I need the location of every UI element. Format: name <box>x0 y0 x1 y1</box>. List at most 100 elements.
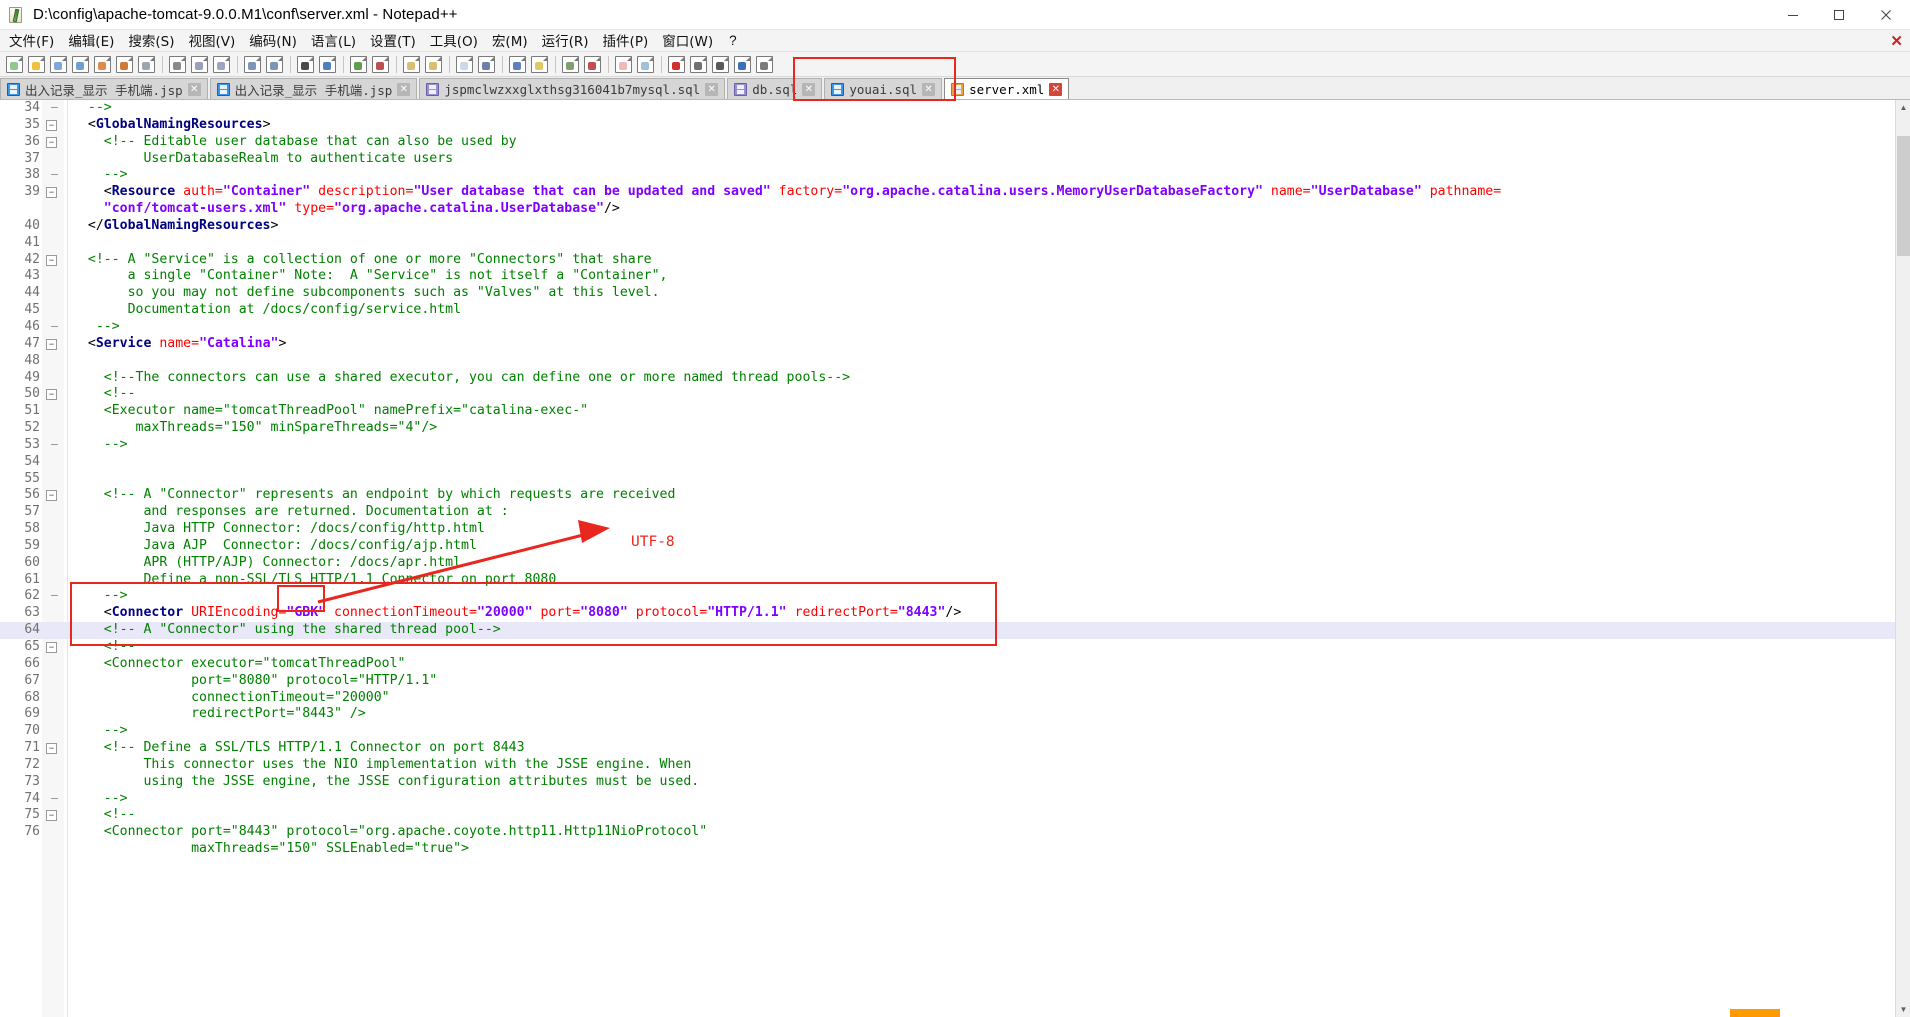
fold-collapse-icon[interactable]: − <box>46 136 57 148</box>
tab-youai-sql[interactable]: youai.sql ✕ <box>824 78 943 99</box>
folder-as-workspace-icon[interactable] <box>613 54 634 75</box>
code-line[interactable]: 46 --> <box>0 319 1895 336</box>
fold-collapse-icon[interactable]: − <box>46 810 57 822</box>
code-line[interactable]: 76 <Connector port="8443" protocol="org.… <box>0 824 1895 841</box>
code-line[interactable]: 70 --> <box>0 723 1895 740</box>
save-macro-icon[interactable] <box>754 54 775 75</box>
code-line[interactable]: 51 <Executor name="tomcatThreadPool" nam… <box>0 403 1895 420</box>
fold-end-icon[interactable] <box>46 440 58 451</box>
code-line[interactable]: 55 <box>0 471 1895 488</box>
menu-edit[interactable]: 编辑(E) <box>61 28 121 53</box>
undo-icon[interactable] <box>242 54 263 75</box>
save-icon[interactable] <box>48 54 69 75</box>
maximize-icon[interactable] <box>1816 0 1862 30</box>
code-line[interactable]: 60 APR (HTTP/AJP) Connector: /docs/apr.h… <box>0 555 1895 572</box>
fold-end-icon[interactable] <box>46 591 58 602</box>
menu-help[interactable]: ? <box>720 31 746 51</box>
vertical-scrollbar[interactable]: ▲ ▼ <box>1895 100 1910 1017</box>
tab-server-xml[interactable]: server.xml ✕ <box>944 78 1070 99</box>
close-all-icon[interactable] <box>114 54 135 75</box>
menu-window[interactable]: 窗口(W) <box>655 28 720 53</box>
code-line[interactable]: 66 <Connector executor="tomcatThreadPool… <box>0 656 1895 673</box>
fold-collapse-icon[interactable]: − <box>46 338 57 350</box>
fold-end-icon[interactable] <box>46 322 58 333</box>
code-line[interactable]: 42− <!-- A "Service" is a collection of … <box>0 252 1895 269</box>
code-line[interactable]: 54 <box>0 454 1895 471</box>
fold-collapse-icon[interactable]: − <box>46 490 57 502</box>
menu-encoding[interactable]: 编码(N) <box>242 28 304 53</box>
code-editor[interactable]: 34 --> 35− <GlobalNamingResources> 36− <!-… <box>0 100 1895 1017</box>
tab-close-icon[interactable]: ✕ <box>397 82 411 96</box>
show-tab-icon[interactable] <box>560 54 581 75</box>
new-file-icon[interactable] <box>4 54 25 75</box>
scroll-down-icon[interactable]: ▼ <box>1896 1002 1910 1017</box>
code-line[interactable]: 57 and responses are returned. Documenta… <box>0 504 1895 521</box>
close-icon[interactable] <box>1862 0 1910 30</box>
tab-close-icon[interactable]: ✕ <box>705 82 719 96</box>
fold-end-icon[interactable] <box>46 103 58 114</box>
close-document-icon[interactable]: ✕ <box>1890 32 1910 50</box>
code-line[interactable]: 61 Define a non-SSL/TLS HTTP/1.1 Connect… <box>0 572 1895 589</box>
fold-collapse-icon[interactable]: − <box>46 389 57 401</box>
code-line[interactable]: 63 <Connector URIEncoding="GBK" connecti… <box>0 605 1895 622</box>
code-line[interactable]: 58 Java HTTP Connector: /docs/config/htt… <box>0 521 1895 538</box>
record-macro-icon[interactable] <box>666 54 687 75</box>
code-line[interactable]: 74 --> <box>0 791 1895 808</box>
bookmark-icon[interactable] <box>529 54 550 75</box>
tab-db-sql[interactable]: db.sql ✕ <box>727 78 823 99</box>
tab-jsp-1[interactable]: 出入记录_显示 手机端.jsp ✕ <box>0 78 208 99</box>
code-line[interactable]: 45 Documentation at /docs/config/service… <box>0 302 1895 319</box>
code-line[interactable]: 75− <!-- <box>0 807 1895 824</box>
code-line[interactable]: 53 --> <box>0 437 1895 454</box>
fold-collapse-icon[interactable]: − <box>46 119 57 131</box>
tab-jsp-2[interactable]: 出入记录_显示 手机端.jsp ✕ <box>209 78 418 99</box>
code-line[interactable]: 52 maxThreads="150" minSpareThreads="4"/… <box>0 420 1895 437</box>
fold-end-icon[interactable] <box>46 170 58 181</box>
print-icon[interactable] <box>136 54 157 75</box>
code-line[interactable]: 68 connectionTimeout="20000" <box>0 690 1895 707</box>
document-map-icon[interactable] <box>635 54 656 75</box>
menu-file[interactable]: 文件(F) <box>2 28 61 53</box>
code-line[interactable]: 69 redirectPort="8443" /> <box>0 706 1895 723</box>
code-line[interactable]: 56− <!-- A "Connector" represents an end… <box>0 487 1895 504</box>
code-line[interactable]: 67 port="8080" protocol="HTTP/1.1" <box>0 673 1895 690</box>
code-line[interactable]: 40 </GlobalNamingResources> <box>0 218 1895 235</box>
word-wrap-icon[interactable] <box>454 54 475 75</box>
code-line[interactable]: 38 --> <box>0 167 1895 184</box>
code-line[interactable]: 49 <!--The connectors can use a shared e… <box>0 370 1895 387</box>
show-all-chars-icon[interactable] <box>476 54 497 75</box>
fold-collapse-icon[interactable]: − <box>46 254 57 266</box>
replace-icon[interactable] <box>317 54 338 75</box>
code-line[interactable]: 43 a single "Container" Note: A "Service… <box>0 268 1895 285</box>
code-line[interactable]: 62 --> <box>0 588 1895 605</box>
minimize-icon[interactable] <box>1770 0 1816 30</box>
paste-icon[interactable] <box>211 54 232 75</box>
scroll-up-icon[interactable]: ▲ <box>1896 100 1910 115</box>
find-icon[interactable] <box>295 54 316 75</box>
menu-search[interactable]: 搜索(S) <box>121 28 181 53</box>
zoom-out-icon[interactable] <box>370 54 391 75</box>
code-line[interactable]: 72 This connector uses the NIO implement… <box>0 757 1895 774</box>
indent-guide-icon[interactable] <box>507 54 528 75</box>
menu-macro[interactable]: 宏(M) <box>485 28 535 53</box>
code-line[interactable]: 73 using the JSSE engine, the JSSE confi… <box>0 774 1895 791</box>
stop-macro-icon[interactable] <box>688 54 709 75</box>
code-line[interactable]: 47− <Service name="Catalina"> <box>0 336 1895 353</box>
fold-collapse-icon[interactable]: − <box>46 187 57 199</box>
code-line[interactable]: 37 UserDatabaseRealm to authenticate use… <box>0 151 1895 168</box>
code-line[interactable]: 64 <!-- A "Connector" using the shared t… <box>0 622 1895 639</box>
code-line[interactable]: 44 so you may not define subcomponents s… <box>0 285 1895 302</box>
cut-icon[interactable] <box>167 54 188 75</box>
code-line[interactable]: 39− <Resource auth="Container" descripti… <box>0 184 1895 201</box>
save-all-icon[interactable] <box>70 54 91 75</box>
code-line[interactable]: 48 <box>0 353 1895 370</box>
fast-playback-icon[interactable] <box>732 54 753 75</box>
code-line[interactable]: 65− <!-- <box>0 639 1895 656</box>
tab-sql-1[interactable]: jspmclwzxxglxthsg316041b7mysql.sql ✕ <box>419 78 726 99</box>
menu-tools[interactable]: 工具(O) <box>423 28 485 53</box>
fold-end-icon[interactable] <box>46 794 58 805</box>
code-line[interactable]: 50− <!-- <box>0 386 1895 403</box>
menu-view[interactable]: 视图(V) <box>182 28 243 53</box>
fold-collapse-icon[interactable]: − <box>46 642 57 653</box>
tab-close-icon[interactable]: ✕ <box>802 82 816 96</box>
